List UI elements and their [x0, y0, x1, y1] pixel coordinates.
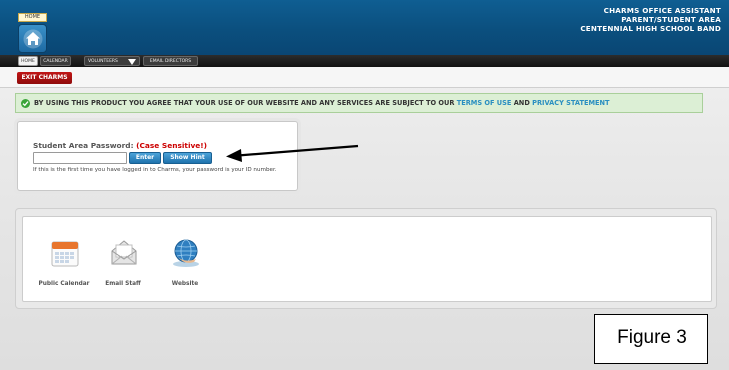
- shortcut-website[interactable]: Website: [155, 237, 215, 293]
- envelope-icon: [108, 237, 140, 269]
- globe-icon: [170, 237, 202, 269]
- shortcut-public-calendar[interactable]: Public Calendar: [34, 237, 94, 293]
- shortcut-email-staff[interactable]: Email Staff: [93, 237, 153, 293]
- shortcut-label: Email Staff: [105, 281, 141, 287]
- figure-caption-box: Figure 3: [594, 314, 708, 364]
- shortcut-label: Public Calendar: [38, 281, 90, 287]
- calendar-icon: [49, 237, 81, 269]
- figure-caption: Figure 3: [617, 327, 687, 348]
- shortcut-label: Website: [171, 281, 199, 287]
